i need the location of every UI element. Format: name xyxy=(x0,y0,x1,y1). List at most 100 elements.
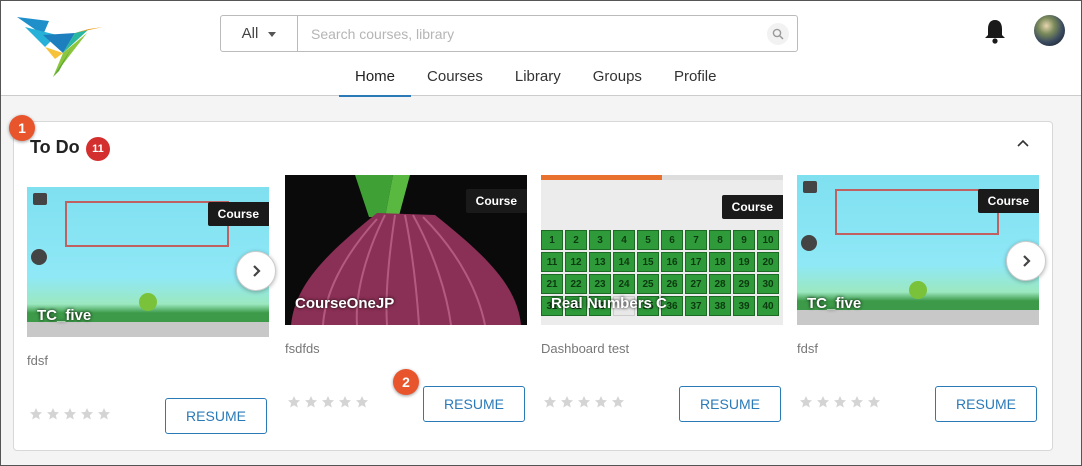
grid-cell: 20 xyxy=(757,252,779,272)
avatar[interactable] xyxy=(1034,15,1065,46)
course-thumbnail[interactable]: 1 2 3 4 5 6 7 8 9 10 11 12 13 14 15 16 17 18 19 20 21 22 23 24 2… xyxy=(541,175,783,325)
course-title: CourseOneJP xyxy=(295,295,395,312)
star-icon[interactable] xyxy=(29,407,43,421)
tab-library[interactable]: Library xyxy=(499,59,577,97)
grid-cell: 24 xyxy=(613,274,635,294)
search-bar: All xyxy=(220,15,798,52)
tab-home[interactable]: Home xyxy=(339,59,412,97)
star-icon[interactable] xyxy=(304,395,318,409)
course-description: fdsf xyxy=(27,353,48,368)
search-scope-dropdown[interactable]: All xyxy=(221,16,298,51)
star-icon[interactable] xyxy=(63,407,77,421)
grid-cell: 38 xyxy=(709,296,731,316)
star-icon[interactable] xyxy=(338,395,352,409)
progress-fill xyxy=(541,175,662,180)
course-type-tag: Course xyxy=(721,195,783,219)
grid-cell: 4 xyxy=(613,230,635,250)
search-scope-label: All xyxy=(241,25,259,42)
star-icon[interactable] xyxy=(560,395,574,409)
chevron-down-icon xyxy=(268,32,277,37)
course-description: fsdfds xyxy=(285,341,320,356)
tab-groups[interactable]: Groups xyxy=(577,59,658,97)
grid-cell: 37 xyxy=(685,296,707,316)
chevron-up-icon[interactable] xyxy=(1014,134,1032,152)
star-icon[interactable] xyxy=(611,395,625,409)
grid-cell: 1 xyxy=(541,230,563,250)
course-title: Real Numbers C xyxy=(551,295,667,312)
course-card[interactable]: Course TC_five fdsf RESUME xyxy=(27,187,269,437)
tab-profile[interactable]: Profile xyxy=(658,59,733,97)
course-thumbnail[interactable]: Course TC_five xyxy=(27,187,269,337)
star-icon[interactable] xyxy=(97,407,111,421)
star-icon[interactable] xyxy=(833,395,847,409)
grid-cell: 6 xyxy=(661,230,683,250)
logo-icon[interactable] xyxy=(15,13,107,81)
game-frame xyxy=(835,189,999,235)
callout-marker: 1 xyxy=(9,115,35,141)
course-thumbnail[interactable]: Course CourseOneJP xyxy=(285,175,527,325)
resume-button[interactable]: RESUME xyxy=(423,386,525,422)
todo-count-badge: 11 xyxy=(86,137,110,161)
left-arrow-icon xyxy=(801,235,817,251)
star-icon[interactable] xyxy=(80,407,94,421)
download-icon xyxy=(139,293,157,311)
rating-stars[interactable] xyxy=(287,395,369,409)
top-bar: All Home Courses Library Groups Profile xyxy=(1,1,1081,97)
bell-icon[interactable] xyxy=(983,18,1007,44)
star-icon[interactable] xyxy=(867,395,881,409)
tab-courses[interactable]: Courses xyxy=(411,59,499,97)
resume-button[interactable]: RESUME xyxy=(935,386,1037,422)
star-icon[interactable] xyxy=(850,395,864,409)
grid-cell: 22 xyxy=(565,274,587,294)
todo-panel: To Do 11 Course TC_five fdsf RESUME Cour… xyxy=(13,121,1053,451)
grid-cell: 21 xyxy=(541,274,563,294)
star-icon[interactable] xyxy=(321,395,335,409)
star-icon[interactable] xyxy=(287,395,301,409)
rating-stars[interactable] xyxy=(543,395,625,409)
course-type-tag: Course xyxy=(465,189,527,213)
chevron-right-icon xyxy=(1023,255,1031,267)
course-card[interactable]: Course TC_five fdsf RESUME xyxy=(797,175,1039,425)
grid-cell: 10 xyxy=(757,230,779,250)
progress-bar xyxy=(541,175,783,180)
resume-button[interactable]: RESUME xyxy=(679,386,781,422)
todo-title: To Do xyxy=(30,137,80,157)
search-icon[interactable] xyxy=(767,23,789,45)
course-description: fdsf xyxy=(797,341,818,356)
star-icon[interactable] xyxy=(799,395,813,409)
left-arrow-icon xyxy=(31,249,47,265)
grid-cell: 9 xyxy=(733,230,755,250)
grid-cell: 40 xyxy=(757,296,779,316)
star-icon[interactable] xyxy=(577,395,591,409)
search-input[interactable] xyxy=(299,16,759,51)
grid-cell: 5 xyxy=(637,230,659,250)
game-frame xyxy=(65,201,229,247)
rating-stars[interactable] xyxy=(799,395,881,409)
carousel-next-button[interactable] xyxy=(1006,241,1046,281)
grid-cell: 26 xyxy=(661,274,683,294)
carousel-next-button[interactable] xyxy=(236,251,276,291)
star-icon[interactable] xyxy=(594,395,608,409)
star-icon[interactable] xyxy=(816,395,830,409)
star-icon[interactable] xyxy=(46,407,60,421)
course-title: TC_five xyxy=(807,295,862,312)
course-card[interactable]: 1 2 3 4 5 6 7 8 9 10 11 12 13 14 15 16 17 18 19 20 21 22 23 24 2… xyxy=(541,175,783,425)
rating-stars[interactable] xyxy=(29,407,111,421)
grid-cell: 14 xyxy=(613,252,635,272)
grid-cell: 11 xyxy=(541,252,563,272)
resume-button[interactable]: RESUME xyxy=(165,398,267,434)
grid-cell: 16 xyxy=(661,252,683,272)
grid-cell: 13 xyxy=(589,252,611,272)
chevron-right-icon xyxy=(253,265,261,277)
course-description: Dashboard test xyxy=(541,341,630,356)
grid-cell: 29 xyxy=(733,274,755,294)
course-thumbnail[interactable]: Course TC_five xyxy=(797,175,1039,325)
star-icon[interactable] xyxy=(543,395,557,409)
grid-cell: 27 xyxy=(685,274,707,294)
grid-cell: 17 xyxy=(685,252,707,272)
star-icon[interactable] xyxy=(355,395,369,409)
course-type-tag: Course xyxy=(207,202,269,226)
grid-cell: 7 xyxy=(685,230,707,250)
grid-cell: 23 xyxy=(589,274,611,294)
grid-cell: 39 xyxy=(733,296,755,316)
